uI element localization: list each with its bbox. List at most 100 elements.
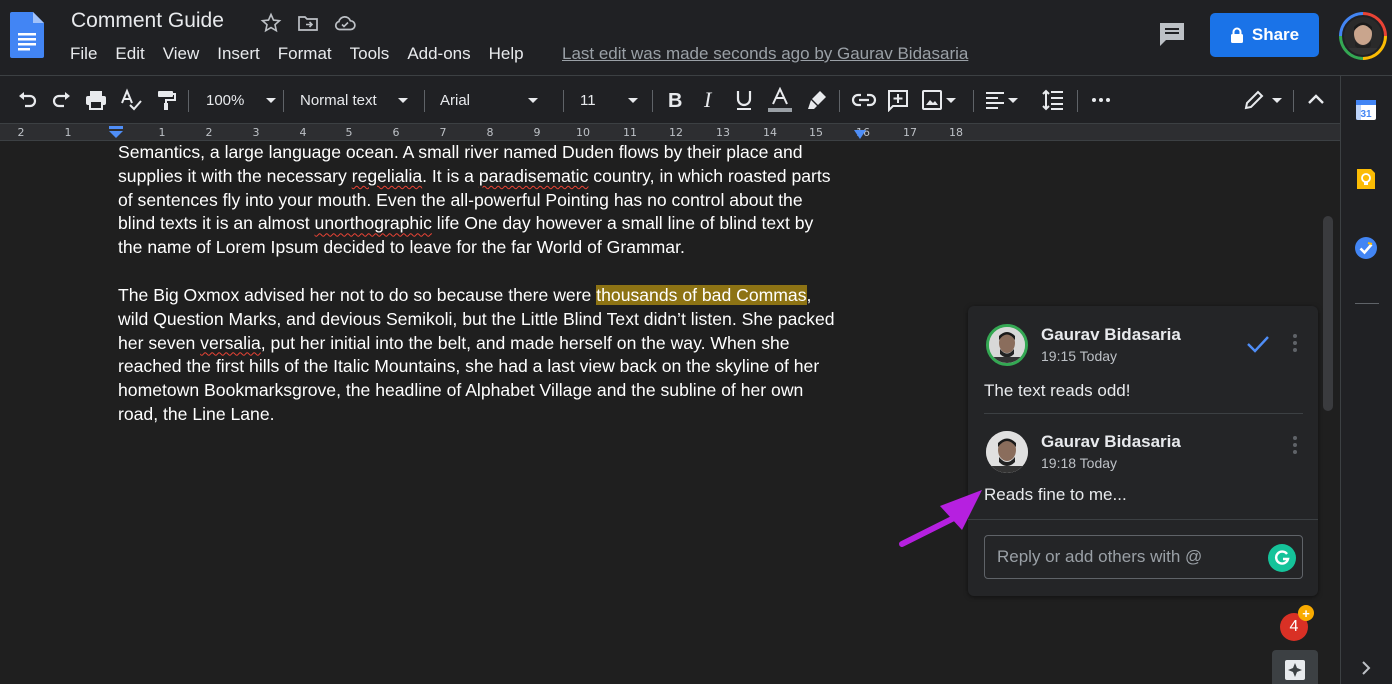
highlight-color-icon[interactable] [806,88,830,112]
ruler-label: 5 [345,126,353,139]
comment-author: Gaurav Bidasaria [1041,325,1181,344]
profile-photo-icon [986,431,1028,473]
commented-highlight[interactable]: thousands of bad Commas [596,284,807,305]
insert-image-icon[interactable] [920,88,956,112]
ruler-label: 8 [486,126,494,139]
paragraph-line: supplies it with the necessary regeliali… [118,165,868,189]
menu-view[interactable]: View [163,44,200,64]
document-scrollbar[interactable] [1323,216,1333,411]
toolbar-divider [424,90,425,112]
redo-icon[interactable] [50,88,74,112]
show-side-panel-chevron-icon[interactable] [1359,660,1373,676]
misspelled-word[interactable]: versalia [200,333,261,353]
editing-mode-icon[interactable] [1242,88,1282,112]
text-run: blind texts it is an almost [118,213,315,234]
collapse-menu-icon[interactable] [1304,88,1328,112]
font-size-select[interactable]: 11 [580,88,638,112]
keep-app-icon[interactable] [1354,167,1378,191]
menu-file[interactable]: File [70,44,97,64]
print-icon[interactable] [84,88,108,112]
reply-input[interactable]: Reply or add others with @ [984,535,1303,579]
cloud-saved-icon[interactable] [333,11,357,35]
ruler-label: 18 [949,126,963,139]
ruler[interactable]: 2 1 1 2 3 4 5 6 7 8 9 10 11 12 13 14 15 … [0,124,1340,141]
left-indent-marker-icon[interactable] [108,125,124,139]
zoom-value: 100% [206,91,245,109]
paragraph-line: road, the Line Lane. [118,403,868,427]
ruler-label: 2 [17,126,25,139]
app-header: Comment Guide File Edit View Insert Form… [0,0,1392,76]
zoom-select[interactable]: 100% [206,88,277,112]
grammarly-icon[interactable] [1268,544,1296,572]
ruler-label: 13 [716,126,730,139]
misspelled-word[interactable]: regelialia [352,166,422,186]
paragraph-line: The Big Oxmox advised her not to do so b… [118,284,868,308]
ruler-label: 14 [763,126,777,139]
annotation-arrow-icon [899,490,982,547]
paragraph-line: Semantics, a large language ocean. A sma… [118,141,868,165]
account-avatar[interactable] [1339,12,1387,60]
calendar-app-icon[interactable]: 31 [1354,98,1378,122]
comment-more-icon[interactable] [1293,334,1297,355]
menu-insert[interactable]: Insert [217,44,260,64]
menu-format[interactable]: Format [278,44,332,64]
underline-icon[interactable] [733,88,755,112]
paragraph-line: wild Question Marks, and devious Semikol… [118,308,868,332]
docs-logo-icon[interactable] [10,12,44,58]
text-run: , [806,284,812,305]
document-body[interactable]: Semantics, a large language ocean. A sma… [118,141,868,427]
line-spacing-icon[interactable] [1041,88,1065,112]
misspelled-word[interactable]: unorthographic [315,213,432,233]
text-run: The Big Oxmox advised her not to do so b… [118,284,597,305]
ruler-label: 9 [533,126,541,139]
text-color-icon[interactable] [767,87,793,112]
side-panel-divider [1355,303,1379,304]
paragraph-line: of sentences fly into your mouth. Even t… [118,189,868,213]
font-select[interactable]: Arial [440,88,539,112]
paint-format-icon[interactable] [154,88,178,112]
spellcheck-icon[interactable] [119,88,143,112]
comment-thread[interactable]: Gaurav Bidasaria 19:15 Today The text re… [968,306,1318,596]
menu-addons[interactable]: Add-ons [407,44,470,64]
resolve-check-icon[interactable] [1246,334,1270,354]
toolbar-divider [652,90,653,112]
align-left-icon[interactable] [984,88,1018,112]
more-options-icon[interactable] [1089,88,1113,112]
menu-tools[interactable]: Tools [350,44,390,64]
text-run: country, in which roasted parts [588,165,831,186]
ruler-label: 10 [576,126,590,139]
star-icon[interactable] [259,11,283,35]
ruler-label: 12 [669,126,683,139]
notification-plus-icon: + [1298,605,1314,621]
toolbar-divider [1293,90,1294,112]
formatting-toolbar: 100% Normal text Arial 11 B I [0,76,1340,124]
misspelled-word[interactable]: paradisematic [479,166,589,186]
tasks-app-icon[interactable] [1354,236,1378,260]
toolbar-divider [283,90,284,112]
move-folder-icon[interactable] [296,11,320,35]
text-run: supplies it with the necessary [118,165,352,186]
right-indent-marker-icon[interactable] [853,129,867,141]
paragraph-line: the name of Lorem Ipsum decided to leave… [118,236,868,260]
toolbar-divider [1077,90,1078,112]
insert-link-icon[interactable] [851,88,877,112]
paragraph-line: her seven versalia, put her initial into… [118,332,868,356]
profile-photo-icon [1344,17,1382,55]
add-comment-icon[interactable] [886,88,910,112]
comment-more-icon[interactable] [1293,436,1297,457]
explore-button[interactable] [1272,650,1318,684]
document-title[interactable]: Comment Guide [71,9,224,33]
undo-icon[interactable] [15,88,39,112]
text-run: of sentences fly into your mouth. Even t… [118,189,803,210]
font-value: Arial [440,91,471,109]
side-panel: 31 [1340,76,1392,684]
last-edit-link[interactable]: Last edit was made seconds ago by Gaurav… [562,44,968,64]
menu-edit[interactable]: Edit [115,44,144,64]
paragraph-style-select[interactable]: Normal text [300,88,408,112]
paragraph-line: hometown Bookmarksgrove, the headline of… [118,379,868,403]
comment-history-icon[interactable] [1158,21,1186,47]
bold-icon[interactable]: B [664,88,686,112]
share-button[interactable]: Share [1210,13,1319,57]
menu-help[interactable]: Help [489,44,524,64]
italic-icon[interactable]: I [699,88,721,112]
